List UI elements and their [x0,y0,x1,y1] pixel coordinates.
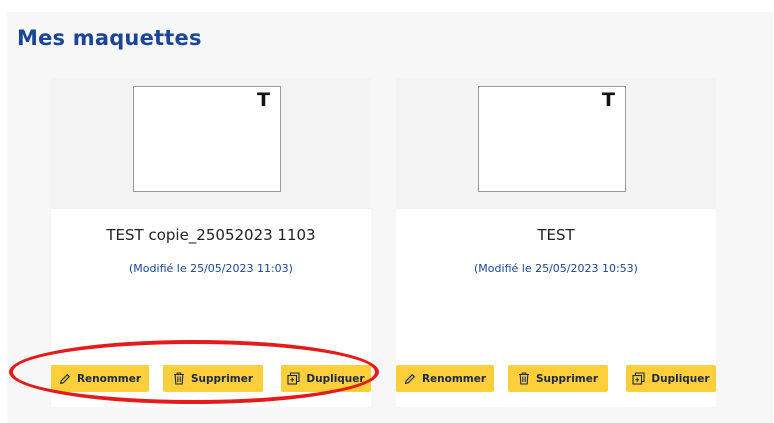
duplicate-button[interactable]: Dupliquer [626,365,716,392]
delete-button[interactable]: Supprimer [163,365,263,392]
mockup-card: T TEST (Modifié le 25/05/2023 10:53) Ren… [396,78,716,407]
rename-label: Renommer [76,372,142,385]
mockup-thumbnail[interactable]: T [133,86,281,192]
duplicate-icon [632,372,645,385]
rename-button[interactable]: Renommer [51,365,149,392]
rename-button[interactable]: Renommer [396,365,494,392]
pencil-icon [404,373,415,384]
duplicate-button[interactable]: Dupliquer [281,365,371,392]
thumbnail-letter: T [257,89,270,111]
mockup-thumbnail[interactable]: T [478,86,626,192]
rename-label: Renommer [421,372,487,385]
trash-icon [518,372,529,385]
delete-button[interactable]: Supprimer [508,365,608,392]
card-actions: Renommer Supprimer Dupliquer [396,365,716,392]
thumbnail-letter: T [602,89,615,111]
mockup-name: TEST copie_25052023 1103 [106,226,316,244]
duplicate-label: Dupliquer [306,372,365,385]
mockup-card: T TEST copie_25052023 1103 (Modifié le 2… [51,78,371,407]
pencil-icon [59,373,70,384]
delete-label: Supprimer [535,372,599,385]
delete-label: Supprimer [190,372,254,385]
mockup-name: TEST [537,226,575,244]
duplicate-icon [287,372,300,385]
duplicate-label: Dupliquer [651,372,710,385]
card-thumbnail-area[interactable]: T [396,78,716,209]
page-title: Mes maquettes [17,26,202,50]
mockup-modified-date: (Modifié le 25/05/2023 10:53) [474,262,638,275]
trash-icon [173,372,184,385]
card-actions: Renommer Supprimer Dupliquer [51,365,371,392]
card-thumbnail-area[interactable]: T [51,78,371,209]
mockup-modified-date: (Modifié le 25/05/2023 11:03) [129,262,293,275]
